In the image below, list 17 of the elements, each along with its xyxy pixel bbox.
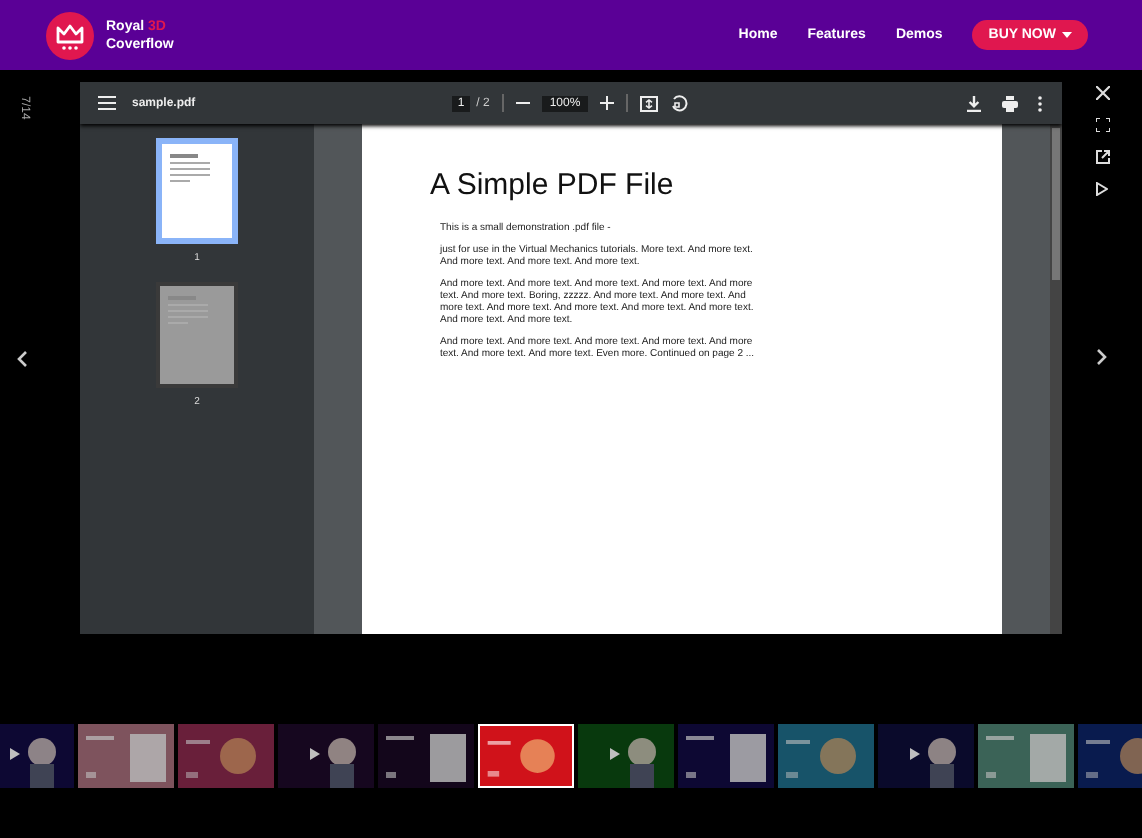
- zoom-in-icon[interactable]: [600, 96, 615, 110]
- rotate-icon[interactable]: [670, 94, 689, 112]
- menu-icon[interactable]: [98, 96, 116, 110]
- close-icon[interactable]: [1095, 86, 1109, 100]
- zoom-out-icon[interactable]: [515, 96, 530, 110]
- caret-icon: [1062, 32, 1072, 38]
- share-icon[interactable]: [1095, 150, 1109, 164]
- crown-logo-icon[interactable]: [46, 11, 94, 59]
- fullscreen-icon[interactable]: [1095, 118, 1109, 132]
- download-icon[interactable]: [966, 95, 982, 111]
- play-icon[interactable]: [1096, 182, 1108, 196]
- page-thumbnail[interactable]: [156, 282, 238, 388]
- fit-page-icon[interactable]: [640, 95, 659, 111]
- scrollbar-thumb[interactable]: [1052, 128, 1060, 280]
- print-icon[interactable]: [1002, 95, 1018, 111]
- page-thumbnail[interactable]: [156, 138, 238, 244]
- document-title: A Simple PDF File: [430, 168, 676, 202]
